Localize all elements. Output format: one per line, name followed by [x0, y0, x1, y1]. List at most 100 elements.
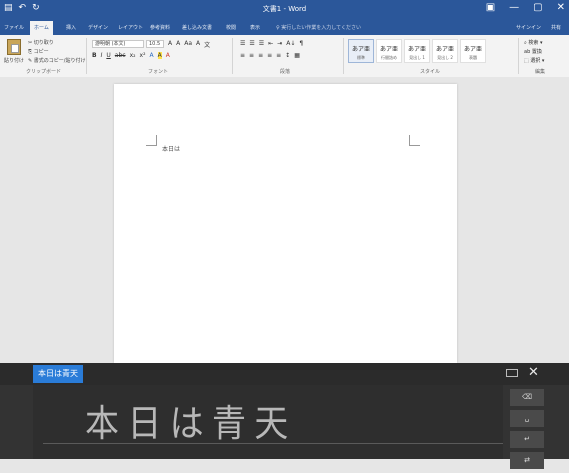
strikethrough-icon[interactable]: abc: [115, 52, 126, 59]
style-normal[interactable]: あア亜 標準: [348, 39, 374, 63]
font-size-select[interactable]: 10.5: [146, 40, 164, 48]
tab-insert[interactable]: 挿入: [66, 24, 76, 31]
align-right-icon[interactable]: ≡: [258, 52, 263, 59]
tab-view[interactable]: 表示: [250, 24, 260, 31]
paste-button[interactable]: 貼り付け: [4, 57, 24, 64]
candidate-suggestion[interactable]: 本日は青天: [33, 365, 83, 383]
bullets-icon[interactable]: ☰: [240, 40, 245, 47]
grow-font-icon[interactable]: A: [168, 40, 172, 49]
style-preview: あア亜: [435, 46, 454, 53]
style-preview: あア亜: [407, 46, 426, 53]
cut-button[interactable]: ✂ 切り取り: [28, 39, 54, 46]
show-marks-icon[interactable]: ¶: [299, 40, 303, 47]
text-effects-icon[interactable]: A: [150, 52, 154, 59]
style-name: 行間詰め: [381, 55, 397, 60]
tell-me-search[interactable]: ♀ 実行したい作業を入力してください: [276, 24, 361, 31]
font-row-1: A A Aa A 文: [168, 40, 210, 49]
style-heading-2[interactable]: あア亜 見出し 2: [432, 39, 458, 63]
underline-icon[interactable]: U: [106, 52, 110, 59]
font-group-label: フォント: [148, 69, 169, 75]
editing-group: ⌕ 検索 ▾ ab 置換 ⬚ 選択 ▾: [524, 39, 544, 66]
space-button[interactable]: ␣: [510, 410, 544, 427]
distribute-icon[interactable]: ≡: [276, 52, 281, 59]
multilevel-list-icon[interactable]: ☰: [259, 40, 264, 47]
superscript-icon[interactable]: x²: [140, 52, 146, 59]
margin-corner-mark: [409, 135, 420, 146]
document-canvas: 本日は: [0, 77, 569, 363]
keyboard-icon[interactable]: [506, 369, 518, 377]
writing-baseline: [43, 443, 503, 444]
clear-format-icon[interactable]: A: [196, 40, 200, 49]
account-area: サインイン 共有: [516, 24, 561, 31]
line-spacing-icon[interactable]: ↕: [285, 52, 290, 59]
shrink-font-icon[interactable]: A: [176, 40, 180, 49]
close-icon[interactable]: ✕: [528, 365, 539, 381]
style-preview: あア亜: [463, 46, 482, 53]
close-window-icon[interactable]: ✕: [557, 2, 565, 13]
handwritten-ink: 本日は青天: [85, 402, 297, 445]
backspace-button[interactable]: ⌫: [510, 389, 544, 406]
font-name-select[interactable]: 游明朝 (本文): [92, 40, 144, 48]
select-button[interactable]: ⬚ 選択 ▾: [524, 57, 544, 66]
minimize-icon[interactable]: —: [509, 2, 519, 13]
group-divider: [518, 38, 519, 74]
typed-text: 本日は: [162, 146, 181, 153]
italic-icon[interactable]: I: [101, 52, 103, 59]
style-name: 表題: [469, 55, 477, 60]
group-divider: [232, 38, 233, 74]
paste-icon[interactable]: [7, 39, 21, 55]
align-left-icon[interactable]: ≡: [240, 52, 245, 59]
style-preview: あア亜: [351, 46, 370, 53]
paragraph-row-1: ☰ ☰ ☰ ⇤ ⇥ A↓ ¶: [240, 40, 303, 47]
numbering-icon[interactable]: ☰: [249, 40, 254, 47]
document-page[interactable]: 本日は: [114, 84, 457, 363]
margin-corner-mark: [146, 135, 157, 146]
style-no-spacing[interactable]: あア亜 行間詰め: [376, 39, 402, 63]
ribbon-display-options-icon[interactable]: ▣: [486, 2, 495, 13]
style-name: 標準: [357, 55, 365, 60]
tab-design[interactable]: デザイン: [88, 24, 108, 31]
share-button[interactable]: 共有: [551, 24, 561, 31]
replace-button[interactable]: ab 置換: [524, 48, 544, 57]
switch-language-button[interactable]: ⇄: [510, 452, 544, 469]
style-name: 見出し 1: [409, 55, 425, 60]
enter-button[interactable]: ↵: [510, 431, 544, 448]
tab-references[interactable]: 参考資料: [150, 24, 170, 31]
change-case-icon[interactable]: Aa: [184, 40, 192, 49]
find-button[interactable]: ⌕ 検索 ▾: [524, 39, 544, 48]
sign-in-link[interactable]: サインイン: [516, 24, 541, 31]
align-center-icon[interactable]: ≡: [249, 52, 254, 59]
ribbon: 貼り付け ✂ 切り取り ⎘ コピー ✎ 書式のコピー/貼り付け クリップボード …: [0, 35, 569, 78]
editing-group-label: 編集: [535, 69, 546, 75]
candidate-bar: 本日は青天 ✕: [0, 363, 569, 385]
tab-home[interactable]: ホーム: [30, 21, 53, 35]
paragraph-row-2: ≡ ≡ ≡ ≡ ≡ ↕ ▦: [240, 52, 300, 59]
style-heading-1[interactable]: あア亜 見出し 1: [404, 39, 430, 63]
font-color-icon[interactable]: A: [166, 52, 170, 59]
handwriting-side-buttons: ⌫ ␣ ↵ ⇄: [510, 389, 544, 473]
shading-icon[interactable]: ▦: [294, 52, 300, 59]
tab-layout[interactable]: レイアウト: [118, 24, 143, 31]
clipboard-group-label: クリップボード: [26, 69, 62, 75]
decrease-indent-icon[interactable]: ⇤: [268, 40, 273, 47]
tab-file[interactable]: ファイル: [4, 24, 24, 31]
increase-indent-icon[interactable]: ⇥: [277, 40, 282, 47]
handwriting-input-area[interactable]: 本日は青天: [33, 385, 503, 459]
window-controls: ▣ — ▢ ✕: [486, 2, 565, 13]
paragraph-group-label: 段落: [280, 69, 291, 75]
copy-button[interactable]: ⎘ コピー: [28, 48, 49, 55]
subscript-icon[interactable]: x₂: [130, 52, 136, 59]
style-title[interactable]: あア亜 表題: [460, 39, 486, 63]
styles-gallery: あア亜 標準 あア亜 行間詰め あア亜 見出し 1 あア亜 見出し 2 あア亜 …: [348, 39, 486, 63]
highlight-icon[interactable]: A: [157, 52, 162, 59]
group-divider: [86, 38, 87, 74]
justify-icon[interactable]: ≡: [267, 52, 272, 59]
bold-icon[interactable]: B: [92, 52, 97, 59]
sort-icon[interactable]: A↓: [286, 40, 295, 47]
title-bar: ▤ ↶ ↻ 文書1 - Word ▣ — ▢ ✕: [0, 0, 569, 21]
phonetic-guide-icon[interactable]: 文: [204, 40, 210, 49]
tab-mailings[interactable]: 差し込み文書: [182, 24, 212, 31]
tab-review[interactable]: 校閲: [226, 24, 236, 31]
format-painter-button[interactable]: ✎ 書式のコピー/貼り付け: [28, 57, 85, 64]
maximize-icon[interactable]: ▢: [533, 2, 542, 13]
